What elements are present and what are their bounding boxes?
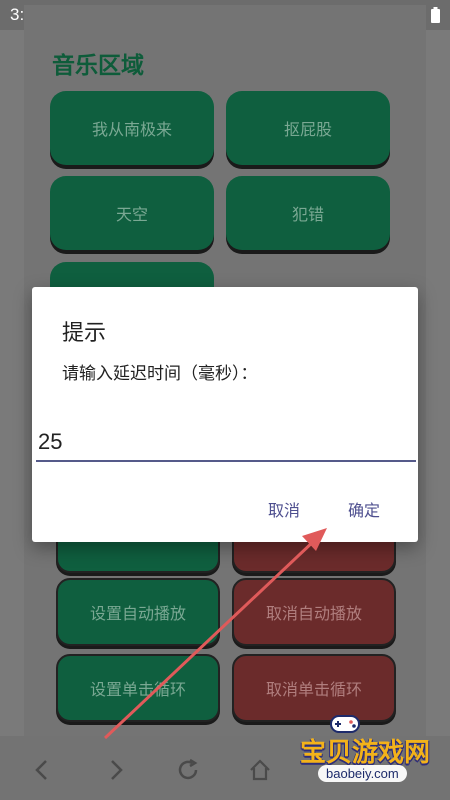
refresh-icon[interactable] <box>176 758 200 782</box>
music-button-3[interactable]: 天空 <box>50 176 214 250</box>
music-button-2[interactable]: 抠屁股 <box>226 91 390 165</box>
delay-input-dialog: 提示 请输入延迟时间（毫秒）： 取消 确定 <box>32 287 418 542</box>
set-click-loop-button[interactable]: 设置单击循环 <box>56 654 220 722</box>
music-button-4[interactable]: 犯错 <box>226 176 390 250</box>
back-icon[interactable] <box>32 758 52 782</box>
watermark-brand: 宝贝游戏网 <box>300 738 431 768</box>
delay-input[interactable] <box>36 424 416 462</box>
dialog-message: 请输入延迟时间（毫秒）： <box>62 364 258 384</box>
gamepad-logo-icon <box>330 715 360 733</box>
section-title: 音乐区域 <box>52 53 144 79</box>
dialog-title: 提示 <box>62 321 107 346</box>
cancel-autoplay-button[interactable]: 取消自动播放 <box>232 578 396 646</box>
battery-icon <box>431 7 440 23</box>
cancel-click-loop-button[interactable]: 取消单击循环 <box>232 654 396 722</box>
confirm-button[interactable]: 确定 <box>344 495 384 523</box>
watermark-url: baobeiy.com <box>318 765 407 782</box>
music-button-1[interactable]: 我从南极来 <box>50 91 214 165</box>
cancel-button[interactable]: 取消 <box>264 495 304 523</box>
forward-icon[interactable] <box>106 758 126 782</box>
home-icon[interactable] <box>248 758 272 782</box>
set-autoplay-button[interactable]: 设置自动播放 <box>56 578 220 646</box>
